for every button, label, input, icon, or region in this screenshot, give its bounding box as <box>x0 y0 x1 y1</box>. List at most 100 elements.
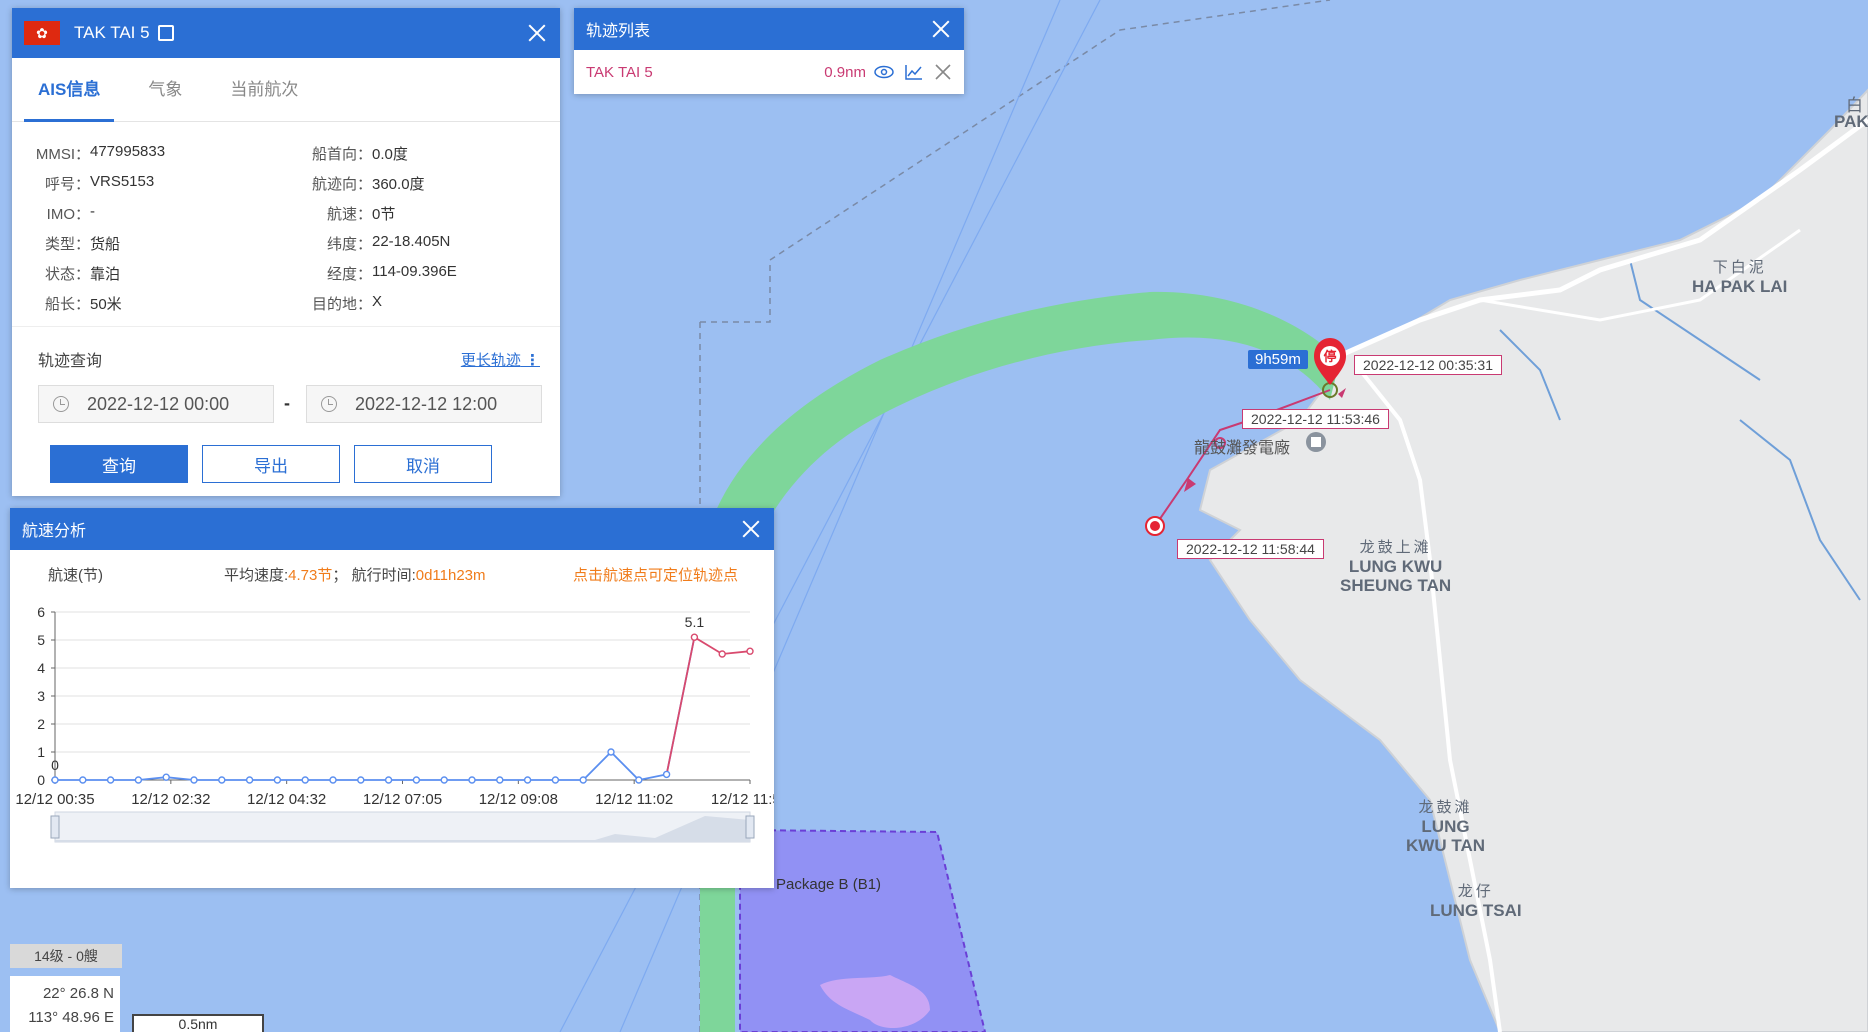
speed-point[interactable] <box>718 650 726 658</box>
coordinate-readout: 22° 26.8 N 113° 48.96 E <box>10 976 120 1032</box>
cancel-button[interactable]: 取消 <box>354 445 492 483</box>
speed-point[interactable] <box>190 776 198 784</box>
clock-icon <box>321 396 337 412</box>
place-en: LUNG KWU <box>1348 557 1443 576</box>
speed-point[interactable] <box>134 776 143 784</box>
zoom-slider-handle-right[interactable] <box>745 815 755 839</box>
place-cn: 下白泥 <box>1712 259 1767 276</box>
ais-cell: 目的地： X <box>290 293 550 314</box>
place-en: KWU TAN <box>1406 836 1485 855</box>
ais-value: VRS5153 <box>90 172 155 190</box>
ais-key: 纬度： <box>326 235 372 253</box>
place-en: SHEUNG TAN <box>1340 576 1452 595</box>
chart-icon[interactable] <box>904 63 924 81</box>
ais-value: - <box>90 202 95 220</box>
start-time-input[interactable]: 2022-12-12 00:00 <box>38 385 274 423</box>
zoom-slider-handle-left[interactable] <box>50 815 60 839</box>
place-en: HA PAK LAI <box>1692 277 1788 296</box>
data-label: 5.1 <box>685 614 705 630</box>
clock-icon <box>53 396 69 412</box>
x-tick-label: 12/12 00:35 <box>15 791 94 808</box>
data-label: 0 <box>51 757 59 773</box>
ais-cell: 呼号： VRS5153 <box>30 173 290 194</box>
more-icon[interactable]: ⋮ <box>525 352 540 369</box>
tab-current-voyage[interactable]: 当前航次 <box>216 58 312 122</box>
ais-row: 呼号： VRS5153 航迹向： 360.0度 <box>30 168 550 198</box>
close-ship-panel-button[interactable] <box>526 22 548 44</box>
speed-point[interactable] <box>635 776 643 784</box>
speed-point[interactable] <box>51 776 59 784</box>
speed-point[interactable] <box>690 633 699 641</box>
ais-value: 货船 <box>90 235 121 253</box>
speed-point[interactable] <box>746 647 754 655</box>
query-button[interactable]: 查询 <box>50 445 188 483</box>
ship-info-panel: ✿ TAK TAI 5 AIS信息 气象 当前航次 MMSI： 477995833… <box>12 8 560 496</box>
speed-point[interactable] <box>357 776 365 784</box>
ais-value: X <box>372 292 383 310</box>
export-button[interactable]: 导出 <box>202 445 340 483</box>
speed-point[interactable] <box>523 776 532 784</box>
speed-point[interactable] <box>496 776 504 784</box>
speed-series-line <box>55 637 696 781</box>
sail-time-value: 0d11h23m <box>415 567 486 584</box>
track-list-item[interactable]: TAK TAI 5 0.9nm <box>574 50 964 94</box>
speed-point[interactable] <box>79 776 87 784</box>
place-en: LUNG <box>1421 817 1470 836</box>
edit-icon[interactable] <box>157 25 174 41</box>
remove-icon[interactable] <box>934 63 952 81</box>
speed-point[interactable] <box>412 776 421 784</box>
speed-point[interactable] <box>662 770 671 779</box>
track-tag-start[interactable]: 2022-12-12 00:35:31 <box>1354 355 1502 375</box>
x-tick-label: 12/12 02:32 <box>131 791 210 808</box>
end-time-input[interactable]: 2022-12-12 12:00 <box>306 385 542 423</box>
ais-key: 呼号： <box>44 175 90 193</box>
track-tag-end[interactable]: 2022-12-12 11:58:44 <box>1177 539 1324 559</box>
ship-name: TAK TAI 5 <box>74 23 150 42</box>
speed-point[interactable] <box>273 776 282 784</box>
speed-point[interactable] <box>607 748 615 756</box>
ais-row: IMO： - 航速： 0节 <box>30 198 550 228</box>
ais-value: 靠泊 <box>90 265 121 283</box>
ais-value: 22-18.405N <box>372 232 451 250</box>
ship-panel-header: ✿ TAK TAI 5 <box>12 8 560 58</box>
x-tick-label: 12/12 11:56 <box>711 791 774 808</box>
speed-point[interactable] <box>551 776 560 784</box>
speed-chart[interactable]: 012345612/12 00:35 12/12 02:32 12/12 04:32… <box>10 594 774 884</box>
x-tick-label: 12/12 04:32 <box>247 791 326 808</box>
speed-point[interactable] <box>106 776 115 784</box>
speed-point[interactable] <box>384 776 393 784</box>
avg-speed-label: 平均速度: <box>224 567 289 584</box>
ais-key: 经度： <box>326 265 372 283</box>
y-axis-unit: 航速(节) <box>48 567 103 584</box>
zoom-level-badge: 14级 - 0艘 <box>10 944 122 968</box>
close-track-list-button[interactable] <box>930 18 952 40</box>
speed-point[interactable] <box>245 776 254 784</box>
tab-weather[interactable]: 气象 <box>134 58 196 122</box>
track-tag-mid[interactable]: 2022-12-12 11:53:46 <box>1242 409 1389 429</box>
eye-icon[interactable] <box>874 65 894 79</box>
avg-speed-value: 4.73节 <box>288 567 333 584</box>
latitude-readout: 22° 26.8 N <box>42 985 114 1002</box>
ais-key: IMO： <box>46 205 90 223</box>
speed-point[interactable] <box>218 776 226 784</box>
ais-info-grid: MMSI： 477995833 船首向： 0.0度 呼号： VRS5153 航迹向： 360.… <box>30 138 550 318</box>
track-query-section: 轨迹查询 更长轨迹 ⋮ 2022-12-12 00:00 - 2022-12-1… <box>12 326 560 496</box>
ais-cell: 船首向： 0.0度 <box>290 143 550 164</box>
close-speed-panel-button[interactable] <box>740 518 762 540</box>
speed-point[interactable] <box>329 776 337 784</box>
ais-value: 50米 <box>90 295 122 313</box>
ais-value: 360.0度 <box>372 175 425 193</box>
y-tick-label: 5 <box>37 632 45 648</box>
duration-badge[interactable]: 9h59m <box>1248 350 1308 369</box>
speed-point[interactable] <box>301 776 309 784</box>
ais-key: 目的地： <box>311 295 372 313</box>
speed-point[interactable] <box>440 776 448 784</box>
tab-ais[interactable]: AIS信息 <box>24 58 115 122</box>
longer-track-link[interactable]: 更长轨迹 ⋮ <box>461 349 540 370</box>
track-list-header: 轨迹列表 <box>574 8 964 50</box>
ais-row: 船长： 50米 目的地： X <box>30 288 550 318</box>
speed-point[interactable] <box>162 773 170 781</box>
start-time-value: 2022-12-12 00:00 <box>87 393 230 414</box>
speed-point[interactable] <box>468 776 476 784</box>
speed-point[interactable] <box>579 776 587 784</box>
